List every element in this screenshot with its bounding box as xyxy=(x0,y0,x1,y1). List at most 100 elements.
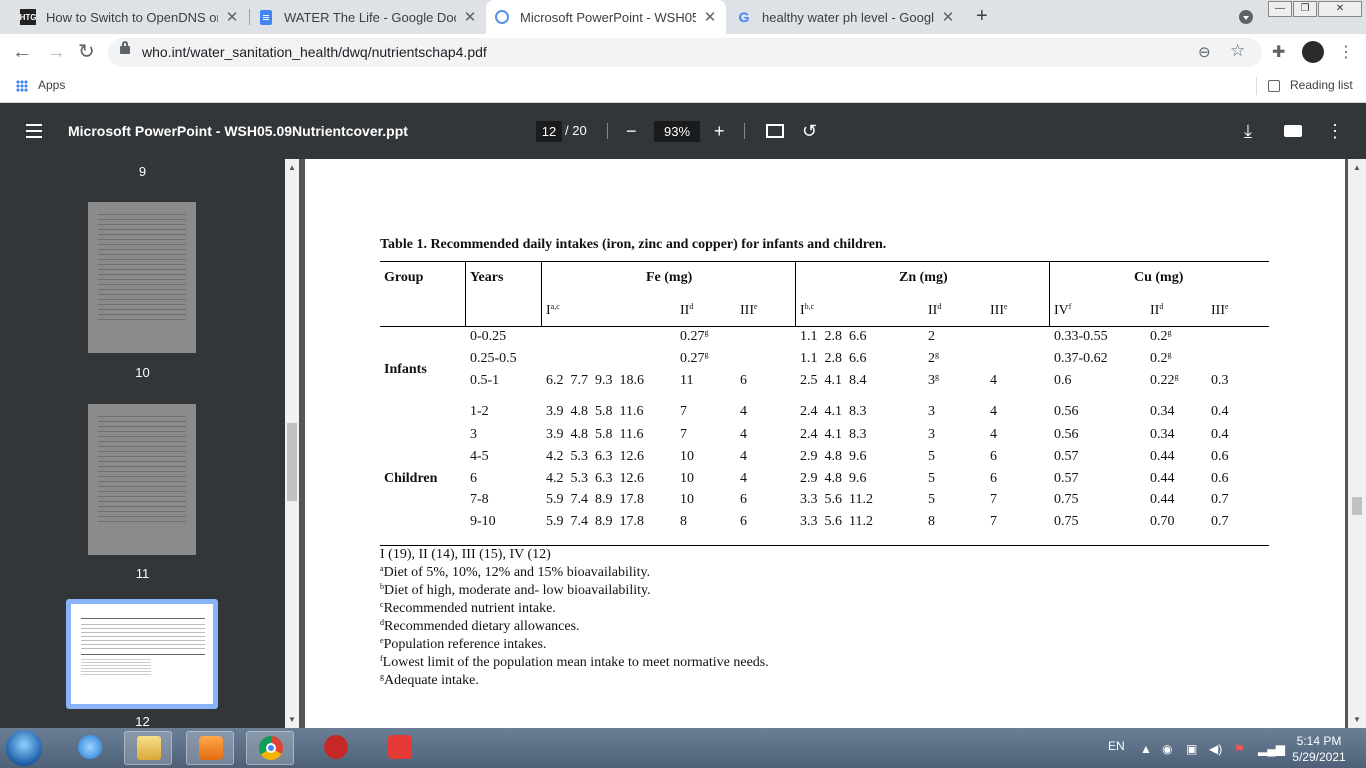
sidebar-scroll-thumb[interactable] xyxy=(287,423,297,501)
cell-zn-i: 2.5 4.1 8.4 xyxy=(800,373,867,388)
cell-fe-i: 5.9 7.4 8.9 17.8 xyxy=(546,492,644,507)
flag-icon[interactable]: ⚑ xyxy=(1234,742,1245,756)
avatar[interactable] xyxy=(1302,41,1324,63)
zoom-input[interactable]: 93% xyxy=(654,121,700,142)
apps-icon[interactable] xyxy=(16,80,28,92)
bookmark-star-icon[interactable]: ☆ xyxy=(1230,41,1245,61)
taskbar-chrome[interactable] xyxy=(246,731,294,765)
cell-cu-ii: 0.2g xyxy=(1150,328,1172,345)
apps-label[interactable]: Apps xyxy=(38,78,65,92)
volume-icon[interactable]: ◀) xyxy=(1209,742,1222,756)
tray-device-icon[interactable]: ▣ xyxy=(1186,742,1197,756)
extensions-icon[interactable]: ✚ xyxy=(1272,42,1285,62)
zoom-in-icon[interactable]: + xyxy=(714,103,725,159)
scroll-up-icon[interactable]: ▲ xyxy=(288,163,296,172)
page-total: / 20 xyxy=(565,123,587,138)
close-icon[interactable]: ✕ xyxy=(462,8,478,26)
restore-button[interactable]: ❐ xyxy=(1293,1,1317,17)
taskbar-explorer[interactable] xyxy=(124,731,172,765)
close-icon[interactable]: ✕ xyxy=(702,8,718,26)
reading-list-icon[interactable] xyxy=(1268,80,1280,92)
footnote: I (19), II (14), III (15), IV (12) xyxy=(380,547,551,562)
thumbnail-page-12-selected[interactable] xyxy=(66,599,218,709)
cell-zn-i: 3.3 5.6 11.2 xyxy=(800,492,873,507)
sidebar-menu-icon[interactable] xyxy=(26,124,42,138)
cell-fe-ii: 8 xyxy=(680,514,687,529)
page-scrollbar[interactable]: ▲ ▼ xyxy=(1348,159,1366,728)
thumbnail-page-10[interactable] xyxy=(88,202,196,353)
cell-cu-iv: 0.56 xyxy=(1054,404,1079,419)
cell-zn-i: 1.1 2.8 6.6 xyxy=(800,329,867,344)
table-divider xyxy=(1049,261,1050,326)
scroll-up-icon[interactable]: ▲ xyxy=(1353,163,1361,172)
network-icon[interactable]: ▂▄▆ xyxy=(1258,742,1285,756)
url-text[interactable]: who.int/water_sanitation_health/dwq/nutr… xyxy=(142,38,487,67)
pdf-viewer: Table 1. Recommended daily intakes (iron… xyxy=(299,159,1348,728)
scroll-down-icon[interactable]: ▼ xyxy=(1353,715,1361,724)
page-number-input[interactable]: 12 xyxy=(536,121,562,142)
cell-cu-iv: 0.75 xyxy=(1054,514,1079,529)
cell-cu-ii: 0.44 xyxy=(1150,449,1175,464)
cell-cu-ii: 0.44 xyxy=(1150,471,1175,486)
start-button[interactable] xyxy=(6,730,42,766)
cell-cu-ii: 0.34 xyxy=(1150,427,1175,442)
fit-page-icon[interactable] xyxy=(766,124,784,138)
taskbar-recorder[interactable] xyxy=(376,731,424,765)
cell-zn-iii: 4 xyxy=(990,404,997,419)
address-bar[interactable]: who.int/water_sanitation_health/dwq/nutr… xyxy=(108,38,1262,67)
cell-cu-iii: 0.6 xyxy=(1211,471,1229,486)
tab-title: healthy water ph level - Google S xyxy=(762,9,934,25)
reading-list-label[interactable]: Reading list xyxy=(1290,78,1353,92)
tray-app-icon[interactable]: ◉ xyxy=(1162,742,1172,756)
footnote: bDiet of high, moderate and- low bioavai… xyxy=(380,582,651,599)
print-icon[interactable] xyxy=(1284,125,1302,137)
new-tab-button[interactable]: + xyxy=(976,5,988,27)
tab-title: WATER The Life - Google Docs xyxy=(284,9,456,25)
header-fe: Fe (mg) xyxy=(646,270,693,285)
sidebar-scrollbar[interactable]: ▲ ▼ xyxy=(285,159,299,728)
zoom-icon[interactable]: ⊖ xyxy=(1198,43,1211,61)
group-infants: Infants xyxy=(384,362,427,377)
pdf-toolbar: Microsoft PowerPoint - WSH05.09Nutrientc… xyxy=(0,103,1366,159)
taskbar-app[interactable] xyxy=(312,731,360,765)
scroll-down-icon[interactable]: ▼ xyxy=(288,715,296,724)
clock[interactable]: 5:14 PM 5/29/2021 xyxy=(1284,733,1354,765)
page-scroll-thumb[interactable] xyxy=(1352,497,1362,515)
divider xyxy=(607,123,608,139)
tab-google-docs[interactable]: WATER The Life - Google Docs ✕ xyxy=(250,0,486,34)
cell-fe-i: 5.9 7.4 8.9 17.8 xyxy=(546,514,644,529)
menu-icon[interactable]: ⋮ xyxy=(1338,42,1354,62)
thumbnail-page-11[interactable] xyxy=(88,404,196,555)
cell-cu-ii: 0.44 xyxy=(1150,492,1175,507)
cell-fe-ii: 0.27g xyxy=(680,350,709,367)
download-icon[interactable]: ⤓ xyxy=(1244,103,1252,159)
lock-icon xyxy=(120,41,130,54)
reload-icon[interactable]: ↻ xyxy=(78,34,95,71)
close-icon[interactable]: ✕ xyxy=(940,8,956,26)
more-actions-icon[interactable]: ⋮ xyxy=(1326,103,1344,159)
tab-search-icon[interactable] xyxy=(1239,10,1253,24)
tab-powerpoint-pdf[interactable]: Microsoft PowerPoint - WSH05.0 ✕ xyxy=(486,0,726,34)
close-icon[interactable]: ✕ xyxy=(224,8,240,26)
zoom-out-icon[interactable]: − xyxy=(626,103,637,159)
tab-htg[interactable]: HTG How to Switch to OpenDNS or G ✕ xyxy=(12,0,248,34)
taskbar-media[interactable] xyxy=(186,731,234,765)
back-icon[interactable]: ← xyxy=(12,34,32,71)
close-window-button[interactable]: ✕ xyxy=(1318,1,1362,17)
rotate-icon[interactable]: ↺ xyxy=(802,103,817,159)
subheader-cu-ii: IId xyxy=(1150,302,1164,319)
bookmarks-bar: Apps Reading list xyxy=(0,71,1366,103)
minimize-button[interactable]: — xyxy=(1268,1,1292,17)
language-indicator[interactable]: EN xyxy=(1108,739,1125,753)
cell-years: 0.25-0.5 xyxy=(470,351,517,366)
cell-fe-iii: 6 xyxy=(740,492,747,507)
media-icon xyxy=(199,736,223,760)
taskbar-ie[interactable] xyxy=(66,731,114,765)
cell-years: 9-10 xyxy=(470,514,496,529)
show-hidden-icons[interactable]: ▲ xyxy=(1140,742,1152,756)
tab-google-search[interactable]: G healthy water ph level - Google S ✕ xyxy=(728,0,964,34)
cell-cu-iv: 0.75 xyxy=(1054,492,1079,507)
forward-icon[interactable]: → xyxy=(46,34,66,71)
cell-fe-ii: 10 xyxy=(680,492,694,507)
cell-cu-iv: 0.6 xyxy=(1054,373,1072,388)
